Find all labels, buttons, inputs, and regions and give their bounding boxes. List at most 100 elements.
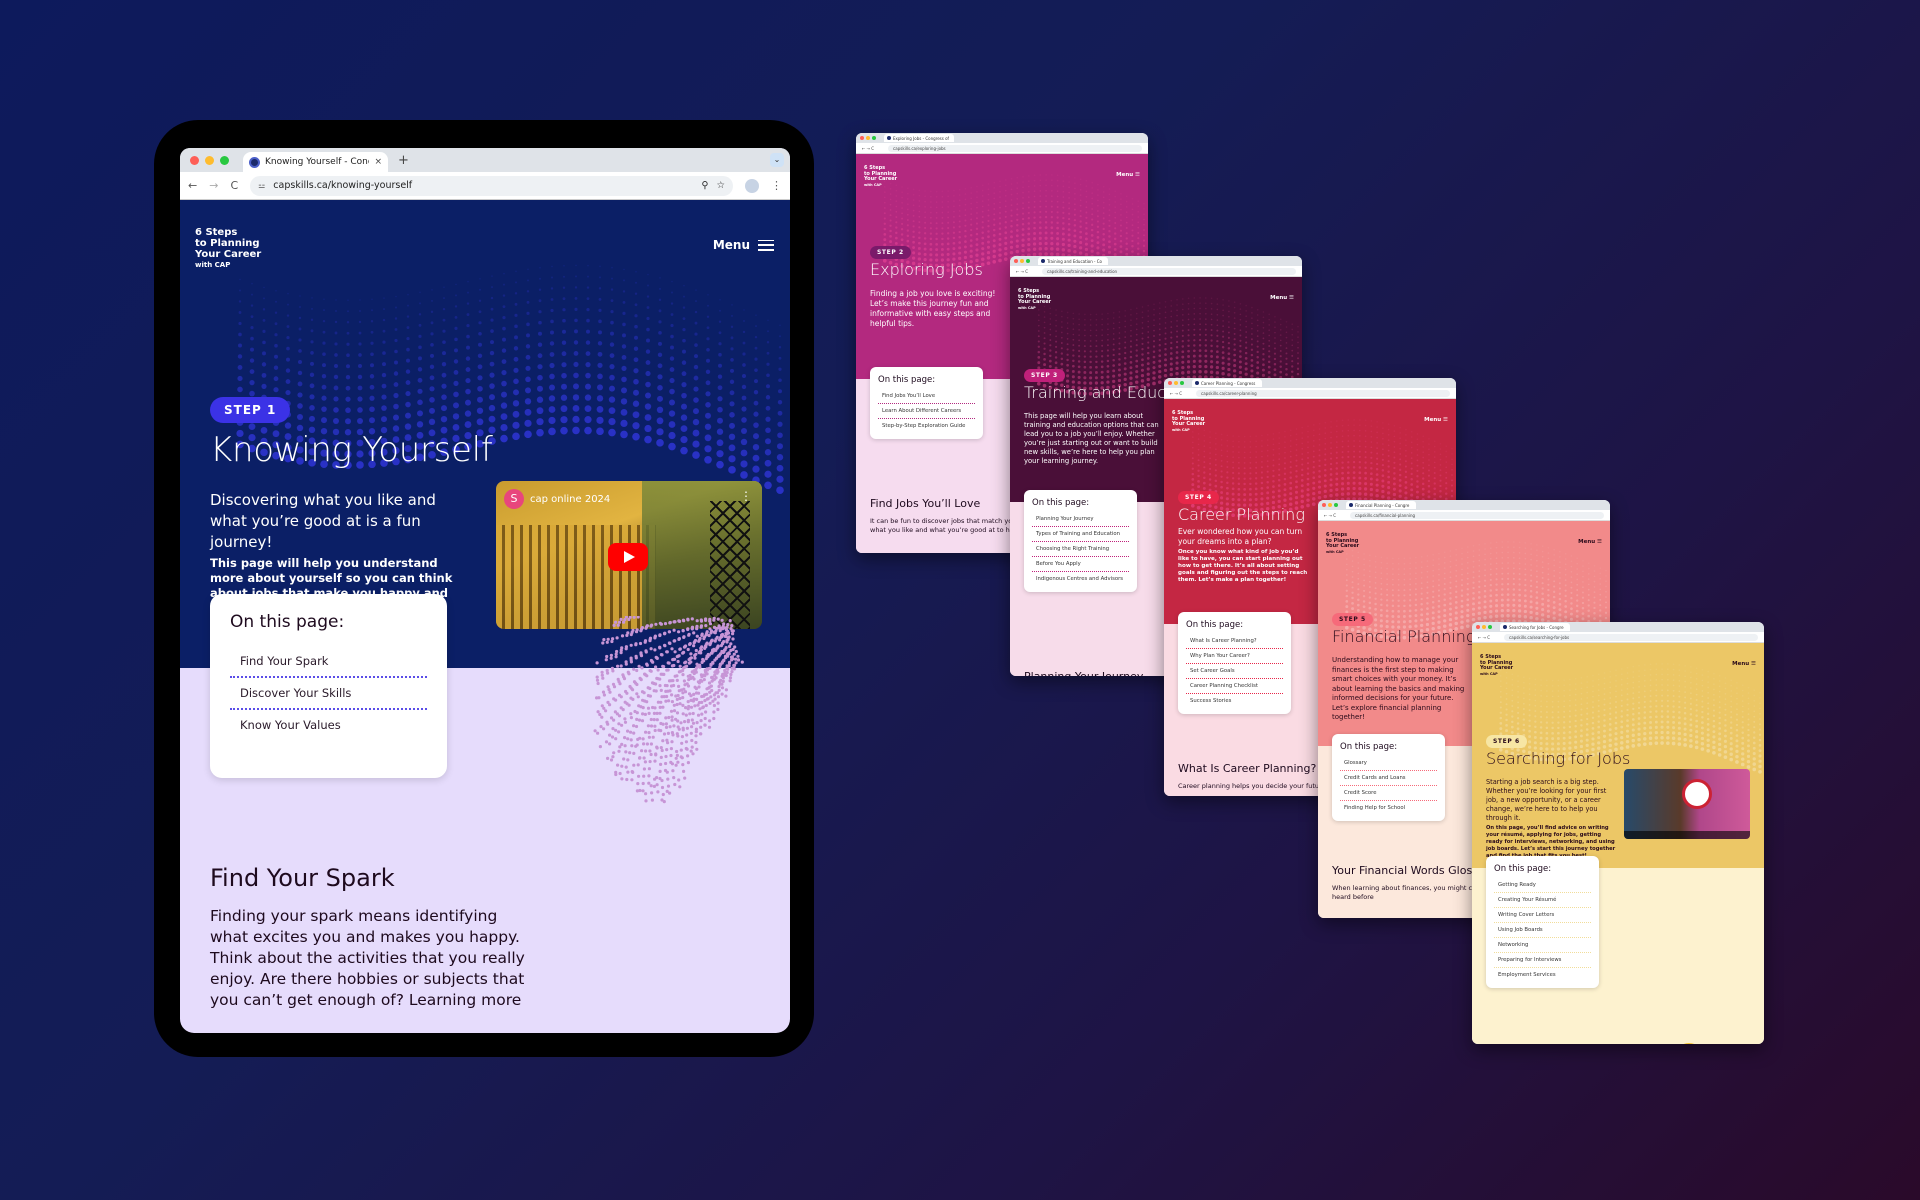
- menu-button[interactable]: Menu: [713, 238, 774, 252]
- address-bar[interactable]: capskills.ca/searching-for-jobs: [1504, 633, 1758, 641]
- browser-tab-active[interactable]: Training and Education - Co: [1038, 257, 1108, 265]
- toc-link[interactable]: Set Career Goals: [1186, 664, 1283, 679]
- close-window-button[interactable]: [1014, 259, 1018, 263]
- pattern-dot: [1432, 595, 1435, 599]
- site-logo[interactable]: 6 Steps to Planning Your Career with CAP: [1326, 532, 1359, 555]
- maximize-window-button[interactable]: [872, 136, 876, 140]
- more-menu-icon[interactable]: ⋮: [771, 179, 782, 192]
- site-logo[interactable]: 6 Steps to Planning Your Career with CAP: [1172, 410, 1205, 433]
- toc-link[interactable]: Credit Cards and Loans: [1340, 771, 1437, 786]
- address-bar[interactable]: capskills.ca/financial-planning: [1350, 511, 1604, 519]
- toc-link[interactable]: Choosing the Right Training: [1032, 542, 1129, 557]
- close-window-button[interactable]: [1322, 503, 1326, 507]
- toc-link[interactable]: Before You Apply: [1032, 557, 1129, 572]
- pattern-dot: [1231, 487, 1235, 491]
- pattern-dot: [597, 341, 603, 346]
- menu-button[interactable]: Menu ☰: [1578, 539, 1602, 545]
- toc-link[interactable]: Indigenous Centres and Advisors: [1032, 572, 1129, 586]
- pattern-dot: [1271, 495, 1275, 499]
- minimize-window-button[interactable]: [1020, 259, 1024, 263]
- toc-link[interactable]: Glossary: [1340, 756, 1437, 771]
- toc-link[interactable]: Step-by-Step Exploration Guide: [878, 419, 975, 433]
- minimize-window-button[interactable]: [1328, 503, 1332, 507]
- pattern-dot: [1541, 561, 1544, 563]
- toc-link[interactable]: Finding Help for School: [1340, 801, 1437, 815]
- browser-tab-active[interactable]: Exploring Jobs - Congress of: [884, 134, 954, 142]
- minimize-window-button[interactable]: [1482, 625, 1486, 629]
- site-logo[interactable]: 6 Steps to Planning Your Career with CAP: [1018, 288, 1051, 311]
- pattern-dot: [970, 213, 973, 216]
- close-window-button[interactable]: [860, 136, 864, 140]
- pattern-dot: [1140, 368, 1145, 372]
- back-icon[interactable]: ←: [188, 179, 197, 192]
- pattern-dot: [764, 459, 772, 467]
- toc-link[interactable]: Discover Your Skills: [230, 678, 427, 710]
- video-more-icon[interactable]: ⋮: [740, 489, 752, 503]
- pattern-dot: [1228, 305, 1230, 307]
- address-bar[interactable]: ⚍ capskills.ca/knowing-yourself ⚲ ☆: [250, 175, 733, 196]
- forward-icon[interactable]: →: [209, 179, 218, 192]
- site-logo[interactable]: 6 Steps to Planning Your Career with CAP: [195, 227, 261, 271]
- pattern-dot: [935, 237, 938, 241]
- address-bar[interactable]: capskills.ca/training-and-education: [1042, 267, 1296, 275]
- pattern-dot: [1187, 308, 1190, 310]
- step-preview-window[interactable]: Searching for Jobs - Congre ← → Ccapskil…: [1472, 622, 1764, 1044]
- pattern-dot: [1062, 227, 1065, 231]
- video-channel[interactable]: S cap online 2024: [504, 489, 610, 509]
- menu-button[interactable]: Menu ☰: [1270, 295, 1294, 301]
- toc-link[interactable]: What Is Career Planning?: [1186, 634, 1283, 649]
- toc-link[interactable]: Find Jobs You’ll Love: [878, 389, 975, 404]
- minimize-window-button[interactable]: [866, 136, 870, 140]
- toc-link[interactable]: Know Your Values: [230, 710, 427, 740]
- maximize-window-button[interactable]: [220, 155, 229, 165]
- toc-link[interactable]: Find Your Spark: [230, 646, 427, 678]
- menu-button[interactable]: Menu ☰: [1424, 417, 1448, 423]
- maximize-window-button[interactable]: [1026, 259, 1030, 263]
- close-window-button[interactable]: [1168, 381, 1172, 385]
- browser-tab-active[interactable]: Searching for Jobs - Congre: [1500, 623, 1570, 631]
- browser-tab-active[interactable]: Knowing Yourself - Congres ×: [243, 152, 388, 172]
- profile-avatar-icon[interactable]: [745, 178, 759, 193]
- pattern-dot: [1505, 692, 1508, 695]
- bookmark-star-icon[interactable]: ☆: [716, 180, 725, 191]
- toc-link[interactable]: Career Planning Checklist: [1186, 679, 1283, 694]
- maximize-window-button[interactable]: [1488, 625, 1492, 629]
- pattern-dot: [1512, 603, 1516, 607]
- toc-link[interactable]: Success Stories: [1186, 694, 1283, 708]
- reload-icon[interactable]: C: [230, 179, 238, 192]
- pattern-dot: [993, 208, 996, 210]
- maximize-window-button[interactable]: [1180, 381, 1184, 385]
- toc-link[interactable]: Credit Score: [1340, 786, 1437, 801]
- address-bar[interactable]: capskills.ca/exploring-jobs: [888, 144, 1142, 152]
- site-logo[interactable]: 6 Steps to Planning Your Career with CAP: [864, 165, 897, 188]
- close-window-button[interactable]: [190, 155, 199, 165]
- pattern-dot: [1199, 307, 1201, 310]
- site-info-icon[interactable]: ⚍: [258, 181, 265, 190]
- pattern-dot: [1239, 303, 1242, 305]
- pattern-dot: [1129, 350, 1133, 353]
- toc-link[interactable]: Why Plan Your Career?: [1186, 649, 1283, 664]
- maximize-window-button[interactable]: [1334, 503, 1338, 507]
- toc-link[interactable]: Planning Your Journey: [1032, 512, 1129, 527]
- close-tab-icon[interactable]: ×: [374, 157, 382, 167]
- tab-search-button[interactable]: ⌄: [770, 153, 784, 167]
- toc-link[interactable]: Learn About Different Careers: [878, 404, 975, 419]
- browser-tab-active[interactable]: Career Planning - Congress: [1192, 379, 1262, 387]
- url-text[interactable]: capskills.ca/knowing-yourself: [273, 180, 412, 191]
- browser-tab-active[interactable]: Financial Planning - Congre: [1346, 501, 1416, 509]
- minimize-window-button[interactable]: [205, 155, 214, 165]
- youtube-play-icon[interactable]: [608, 543, 648, 571]
- pattern-dot: [1169, 357, 1173, 361]
- address-bar[interactable]: capskills.ca/career-planning: [1196, 389, 1450, 397]
- pattern-dot: [1078, 323, 1080, 326]
- menu-button[interactable]: Menu ☰: [1116, 172, 1140, 178]
- pattern-dot: [1422, 446, 1424, 448]
- pattern-dot: [1285, 326, 1288, 328]
- close-window-button[interactable]: [1476, 625, 1480, 629]
- toc-link[interactable]: Types of Training and Education: [1032, 527, 1129, 542]
- video-embed[interactable]: S cap online 2024 ⋮: [496, 481, 762, 629]
- minimize-window-button[interactable]: [1174, 381, 1178, 385]
- pattern-dot: [1289, 497, 1293, 501]
- zoom-icon[interactable]: ⚲: [702, 180, 709, 191]
- new-tab-button[interactable]: +: [398, 153, 409, 168]
